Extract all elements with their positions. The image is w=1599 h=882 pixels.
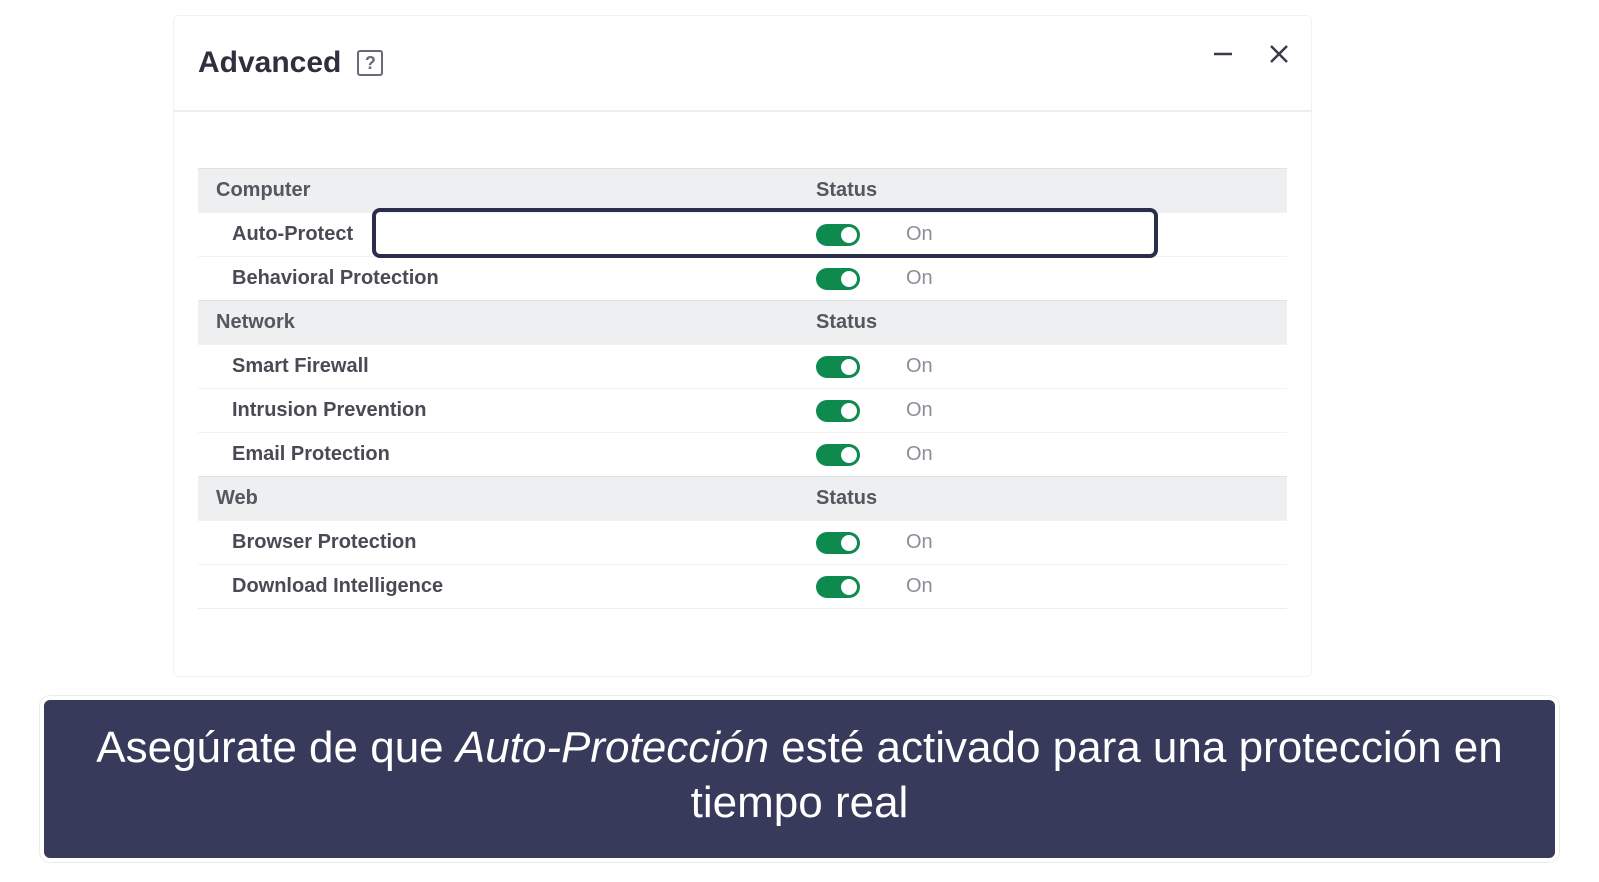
toggle-cell — [798, 433, 878, 477]
setting-status: On — [878, 389, 1007, 433]
caption-overlay: Asegúrate de que Auto-Protección esté ac… — [40, 696, 1559, 862]
spacer-cell — [1007, 565, 1287, 609]
setting-label: Browser Protection — [198, 521, 798, 565]
toggle-cell — [798, 213, 878, 257]
setting-row: Email Protection On — [198, 433, 1287, 477]
setting-status: On — [878, 213, 1007, 257]
settings-window: Advanced ? ComputerStatusAuto-ProtectOnB… — [174, 16, 1311, 676]
spacer-cell — [1007, 345, 1287, 389]
setting-label: Auto-Protect — [198, 213, 798, 257]
settings-content: ComputerStatusAuto-ProtectOnBehavioral P… — [174, 112, 1311, 609]
section-name: Computer — [198, 169, 798, 213]
section-name: Network — [198, 301, 798, 345]
help-icon[interactable]: ? — [357, 50, 383, 76]
spacer-cell — [1007, 213, 1287, 257]
setting-row: Intrusion Prevention On — [198, 389, 1287, 433]
spacer-cell — [1007, 433, 1287, 477]
setting-row: Auto-Protect On — [198, 213, 1287, 257]
settings-table: ComputerStatusAuto-ProtectOnBehavioral P… — [198, 168, 1287, 609]
status-header: Status — [798, 301, 1287, 345]
toggle-switch[interactable] — [816, 444, 860, 466]
caption-text-em: Auto-Protección — [456, 723, 769, 772]
toggle-cell — [798, 565, 878, 609]
setting-row: Smart Firewall On — [198, 345, 1287, 389]
toggle-cell — [798, 257, 878, 301]
spacer-cell — [1007, 257, 1287, 301]
page-title: Advanced — [198, 46, 341, 80]
caption-text-pre: Asegúrate de que — [96, 723, 456, 772]
spacer-cell — [1007, 389, 1287, 433]
setting-label: Email Protection — [198, 433, 798, 477]
status-header: Status — [798, 477, 1287, 521]
toggle-switch[interactable] — [816, 356, 860, 378]
toggle-switch[interactable] — [816, 268, 860, 290]
toggle-switch[interactable] — [816, 532, 860, 554]
toggle-switch[interactable] — [816, 400, 860, 422]
section-header: WebStatus — [198, 477, 1287, 521]
status-header: Status — [798, 169, 1287, 213]
setting-status: On — [878, 565, 1007, 609]
setting-status: On — [878, 433, 1007, 477]
toggle-cell — [798, 345, 878, 389]
section-header: NetworkStatus — [198, 301, 1287, 345]
setting-status: On — [878, 521, 1007, 565]
setting-label: Intrusion Prevention — [198, 389, 798, 433]
section-header: ComputerStatus — [198, 169, 1287, 213]
minimize-button[interactable] — [1209, 40, 1237, 68]
window-controls — [1209, 40, 1293, 68]
section-name: Web — [198, 477, 798, 521]
setting-status: On — [878, 345, 1007, 389]
setting-label: Behavioral Protection — [198, 257, 798, 301]
toggle-cell — [798, 521, 878, 565]
setting-row: Browser Protection On — [198, 521, 1287, 565]
setting-row: Download Intelligence On — [198, 565, 1287, 609]
toggle-switch[interactable] — [816, 224, 860, 246]
setting-label: Download Intelligence — [198, 565, 798, 609]
setting-label: Smart Firewall — [198, 345, 798, 389]
setting-row: Behavioral Protection On — [198, 257, 1287, 301]
caption-text-post: esté activado para una protección en tie… — [691, 723, 1503, 827]
setting-status: On — [878, 257, 1007, 301]
toggle-cell — [798, 389, 878, 433]
titlebar: Advanced ? — [174, 16, 1311, 112]
close-button[interactable] — [1265, 40, 1293, 68]
toggle-switch[interactable] — [816, 576, 860, 598]
spacer-cell — [1007, 521, 1287, 565]
